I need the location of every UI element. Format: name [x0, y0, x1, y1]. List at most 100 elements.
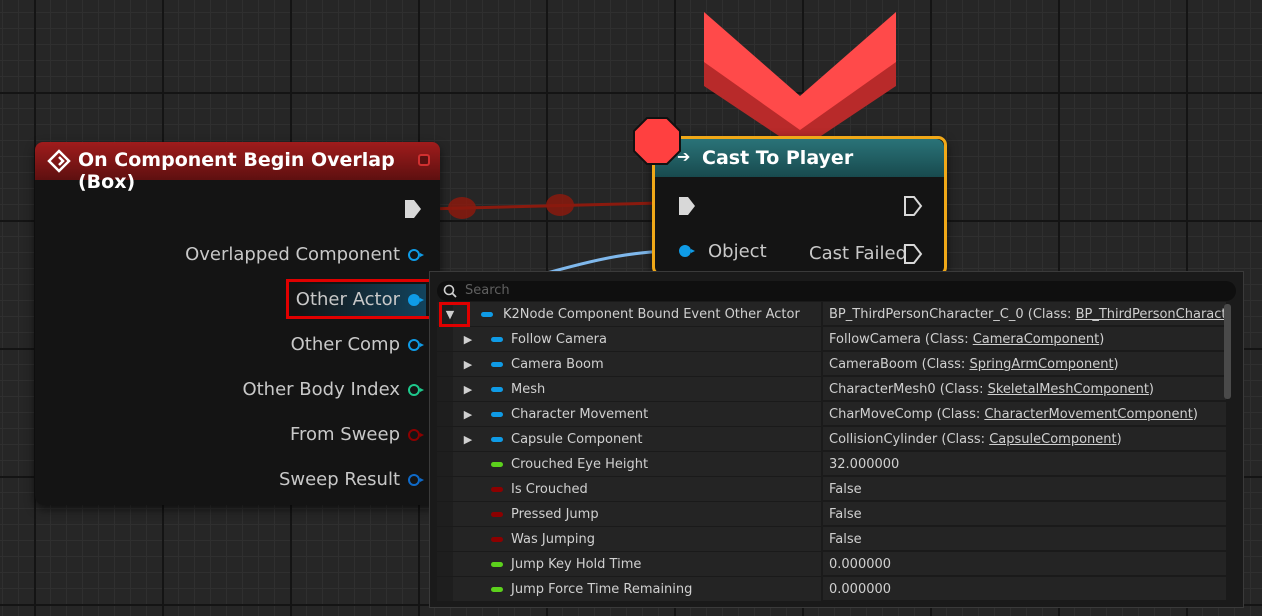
property-value-cell: 32.000000 [823, 452, 1226, 476]
expand-arrow-icon[interactable]: ▶ [461, 352, 475, 377]
exec-out-pin-icon[interactable] [403, 198, 423, 220]
object-pin-icon[interactable] [408, 248, 424, 261]
property-row[interactable]: Is Crouched False [437, 477, 1226, 502]
property-name: Jump Key Hold Time [511, 557, 642, 572]
property-value-suffix: ) [1148, 382, 1154, 397]
property-row[interactable]: ▶ Mesh CharacterMesh0 (Class: SkeletalMesh… [437, 377, 1226, 402]
property-value-suffix: ) [1099, 332, 1105, 347]
property-value: BP_ThirdPersonCharacter_C_0 (Class: [829, 307, 1076, 322]
property-value: 0.000000 [829, 557, 892, 572]
bool-type-icon [491, 512, 503, 517]
event-diamond-icon [47, 149, 71, 173]
object-type-icon [491, 437, 503, 442]
class-link[interactable]: SpringArmComponent [969, 357, 1113, 372]
pin-other-comp[interactable]: Other Comp [290, 334, 424, 355]
struct-pin-icon[interactable] [408, 473, 424, 486]
pin-overlapped-component[interactable]: Overlapped Component [185, 244, 424, 265]
float-type-icon [491, 587, 503, 592]
object-type-icon [491, 387, 503, 392]
property-name: Mesh [511, 382, 546, 397]
pin-label: Other Comp [290, 334, 400, 355]
property-value: CollisionCylinder (Class: [829, 432, 990, 447]
property-value-cell: False [823, 477, 1226, 501]
cast-node-header[interactable]: ➔ Cast To Player [655, 139, 944, 177]
search-placeholder: Search [465, 283, 510, 298]
property-row[interactable]: Crouched Eye Height 32.000000 [437, 452, 1226, 477]
property-row[interactable]: Pressed Jump False [437, 502, 1226, 527]
event-node-header[interactable]: On Component Begin Overlap (Box) [35, 142, 440, 193]
property-value-suffix: ) [1192, 407, 1198, 422]
float-type-icon [491, 562, 503, 567]
event-node-title: On Component Begin Overlap (Box) [78, 149, 395, 193]
property-row[interactable]: ▶ Camera Boom CameraBoom (Class: SpringArm… [437, 352, 1226, 377]
row-gutter [437, 352, 453, 376]
property-value-cell: 0.000000 [823, 577, 1226, 601]
pin-other-body-index[interactable]: Other Body Index [242, 379, 424, 400]
property-row[interactable]: ▶ Capsule Component CollisionCylinder (Cla… [437, 427, 1226, 452]
property-name: Camera Boom [511, 357, 604, 372]
class-link[interactable]: CharacterMovementComponent [984, 407, 1193, 422]
property-name-cell: Pressed Jump [437, 502, 821, 527]
cast-failed-exec-pin-icon[interactable] [903, 243, 923, 265]
pin-from-sweep[interactable]: From Sweep [290, 424, 424, 445]
search-icon [443, 284, 457, 298]
property-value-cell: BP_ThirdPersonCharacter_C_0 (Class: BP_T… [823, 302, 1226, 326]
class-link[interactable]: CameraComponent [973, 332, 1100, 347]
property-name-cell: ▶ Follow Camera [437, 327, 821, 352]
property-name: Pressed Jump [511, 507, 599, 522]
class-link[interactable]: BP_ThirdPersonCharacter_C [1076, 307, 1226, 322]
object-type-icon [491, 412, 503, 417]
object-type-icon [491, 362, 503, 367]
expand-arrow-icon[interactable]: ▶ [461, 377, 475, 402]
property-value-cell: CharacterMesh0 (Class: SkeletalMeshCompo… [823, 377, 1226, 401]
property-value: False [829, 532, 862, 547]
property-row[interactable]: ▼ K2Node Component Bound Event Other Acto… [437, 302, 1226, 327]
object-pin-icon[interactable] [408, 338, 424, 351]
class-link[interactable]: SkeletalMeshComponent [988, 382, 1149, 397]
scrollbar[interactable] [1224, 304, 1231, 399]
search-field[interactable]: Search [437, 281, 1236, 301]
property-name-cell: Jump Key Hold Time [437, 552, 821, 577]
bool-pin-icon[interactable] [408, 428, 424, 441]
expand-arrow-icon[interactable]: ▶ [461, 327, 475, 352]
event-node[interactable]: On Component Begin Overlap (Box) [35, 142, 440, 505]
property-name-cell: ▶ Character Movement [437, 402, 821, 427]
breakpoint-icon[interactable] [632, 116, 682, 166]
cast-node-title: Cast To Player [702, 147, 854, 169]
property-row[interactable]: ▶ Character Movement CharMoveComp (Class: … [437, 402, 1226, 427]
property-row[interactable]: Jump Force Time Remaining 0.000000 [437, 577, 1226, 602]
property-name-cell: ▶ Camera Boom [437, 352, 821, 377]
property-name-cell: Crouched Eye Height [437, 452, 821, 477]
pin-label: Sweep Result [278, 469, 400, 490]
property-value: 0.000000 [829, 582, 892, 597]
float-type-icon [491, 462, 503, 467]
pin-sweep-result[interactable]: Sweep Result [278, 469, 424, 490]
property-row[interactable]: Was Jumping False [437, 527, 1226, 552]
property-name: Crouched Eye Height [511, 457, 649, 472]
property-value: CharacterMesh0 (Class: [829, 382, 988, 397]
exec-out-pin-icon[interactable] [903, 195, 923, 217]
property-name-cell: ▶ Capsule Component [437, 427, 821, 452]
property-value-cell: False [823, 527, 1226, 551]
property-row[interactable]: Jump Key Hold Time 0.000000 [437, 552, 1226, 577]
property-row[interactable]: ▶ Follow Camera FollowCamera (Class: Camer… [437, 327, 1226, 352]
bool-type-icon [491, 537, 503, 542]
property-value-cell: False [823, 502, 1226, 526]
property-name-cell: Was Jumping [437, 527, 821, 552]
cast-node[interactable]: ➔ Cast To Player Object Cast Failed [652, 136, 947, 276]
pin-label: Overlapped Component [185, 244, 400, 265]
class-link[interactable]: CapsuleComponent [989, 432, 1116, 447]
expand-arrow-icon[interactable]: ▶ [461, 402, 475, 427]
exec-in-pin-icon[interactable] [677, 195, 697, 217]
row-gutter [437, 452, 453, 476]
pin-label: Other Body Index [242, 379, 400, 400]
property-value: FollowCamera (Class: [829, 332, 973, 347]
object-type-icon [481, 312, 493, 317]
delegate-pin-icon[interactable] [418, 154, 430, 166]
object-pin-icon[interactable] [679, 245, 695, 257]
expand-arrow-icon[interactable]: ▶ [461, 427, 475, 452]
property-value-suffix: ) [1116, 432, 1122, 447]
debug-value-tooltip[interactable]: Search ▼ K2Node Component Bound Event Oth… [429, 271, 1244, 608]
int-pin-icon[interactable] [408, 383, 424, 396]
row-gutter [437, 402, 453, 426]
